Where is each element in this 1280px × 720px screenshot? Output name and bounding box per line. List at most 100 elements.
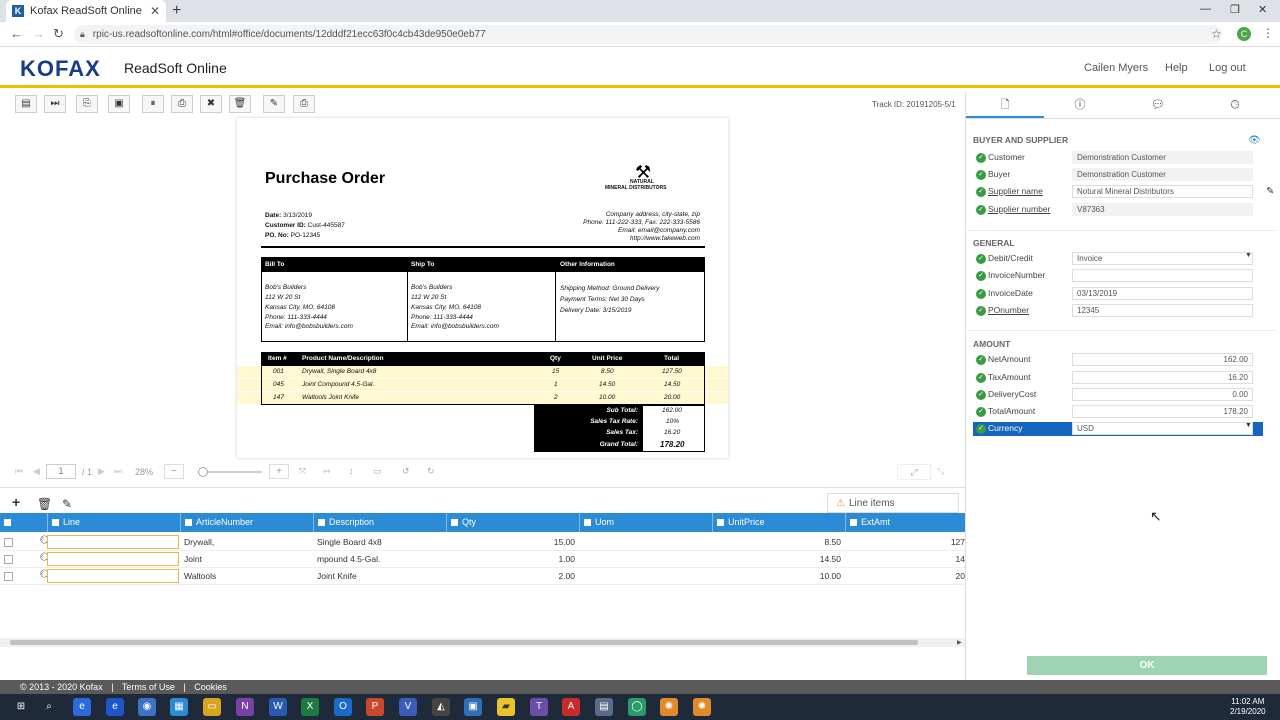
scrollbar-thumb[interactable] <box>10 640 918 645</box>
zoom-in-button[interactable]: + <box>269 464 289 479</box>
cell-uom[interactable] <box>579 534 712 551</box>
line-input[interactable] <box>47 569 179 583</box>
store-icon[interactable]: ▦ <box>170 698 188 716</box>
photos-icon[interactable]: ◭ <box>432 698 450 716</box>
last-page-icon[interactable]: ⏭ <box>114 466 122 477</box>
fit-width-icon[interactable]: ⇿ <box>323 466 331 477</box>
url-field[interactable]: 🔒︎ rpic-us.readsoftonline.com/html#offic… <box>74 25 1222 44</box>
column-header-qty[interactable]: Qty <box>446 513 579 532</box>
cell-unitprice[interactable]: 10.00 <box>712 568 845 585</box>
line-input[interactable] <box>47 552 179 566</box>
collapse-icon[interactable]: ⤡ <box>937 466 944 477</box>
first-page-icon[interactable]: ⏮ <box>15 466 23 477</box>
save-icon[interactable]: ▣ <box>108 95 130 113</box>
terms-link[interactable]: Terms of Use <box>122 682 175 692</box>
cell-article[interactable]: Joint <box>180 551 313 568</box>
column-header-uom[interactable]: Uom <box>579 513 712 532</box>
cell-extamt[interactable]: 20 <box>845 568 965 585</box>
chrome-icon[interactable]: ◉ <box>138 698 156 716</box>
back-icon[interactable]: ← <box>10 26 23 41</box>
field-customer[interactable]: ✓ Customer Demonstration Customer <box>973 151 1263 165</box>
row-checkbox[interactable] <box>4 555 13 564</box>
scroll-right-icon[interactable]: ▶ <box>957 639 962 646</box>
app-icon[interactable]: ◯ <box>628 698 646 716</box>
cell-extamt[interactable]: 127 <box>845 534 965 551</box>
field-buyer[interactable]: ✓ Buyer Demonstration Customer <box>973 168 1263 182</box>
ie-icon[interactable]: e <box>106 698 124 716</box>
logout-link[interactable]: Log out <box>1209 62 1246 74</box>
cell-description[interactable]: Single Board 4x8 <box>313 534 446 551</box>
delete-icon[interactable]: 🗑︎ <box>229 95 251 113</box>
cell-uom[interactable] <box>579 551 712 568</box>
remote-desktop-icon[interactable]: ▣ <box>464 698 482 716</box>
row-checkbox[interactable] <box>4 538 13 547</box>
app-icon[interactable]: ✺ <box>660 698 678 716</box>
field-invoice-number[interactable]: ✓ InvoiceNumber <box>973 269 1263 283</box>
rotate-left-icon[interactable]: ↺ <box>402 466 410 477</box>
prev-page-icon[interactable]: ◀ <box>33 466 40 477</box>
field-invoice-date[interactable]: ✓ InvoiceDate 03/13/2019 <box>973 287 1263 301</box>
word-icon[interactable]: W <box>269 698 287 716</box>
windows-start-icon[interactable]: ⊞ <box>12 698 30 716</box>
inbox-icon[interactable]: ⎙ <box>171 95 193 113</box>
help-link[interactable]: Help <box>1165 62 1188 74</box>
ok-button[interactable]: OK <box>1027 656 1267 675</box>
cell-article[interactable]: Waltools <box>180 568 313 585</box>
taskbar-clock[interactable]: 11:02 AM 2/19/2020 <box>1230 697 1266 717</box>
close-tab-icon[interactable]: ✕ <box>150 4 160 18</box>
forward-icon[interactable]: → <box>32 26 45 41</box>
edit-line-icon[interactable]: ✎ <box>62 497 72 511</box>
excel-icon[interactable]: X <box>301 698 319 716</box>
column-header-extamt[interactable]: ExtAmt <box>845 513 965 532</box>
next-document-icon[interactable]: ⏭ <box>44 95 66 113</box>
cell-qty[interactable]: 1.00 <box>446 551 579 568</box>
sticky-notes-icon[interactable]: ▰ <box>497 698 515 716</box>
onenote-icon[interactable]: N <box>236 698 254 716</box>
line-input[interactable] <box>47 535 179 549</box>
field-supplier-number[interactable]: ✓ Supplier number V87363 <box>973 203 1263 217</box>
tab-comments[interactable]: 💬︎ <box>1119 92 1197 118</box>
field-delivery-cost[interactable]: ✓ DeliveryCost 0.00 <box>973 388 1263 402</box>
profile-avatar[interactable]: C <box>1237 27 1251 41</box>
reload-icon[interactable]: ↻ <box>53 26 64 42</box>
tab-history[interactable]: 🕒︎ <box>1196 92 1274 118</box>
fit-height-icon[interactable]: ↕ <box>349 466 354 476</box>
page-icon[interactable]: ▭ <box>373 466 382 477</box>
browser-menu-icon[interactable]: ⋮ <box>1262 26 1274 40</box>
pause-icon[interactable]: ⏸ <box>142 95 164 113</box>
cell-description[interactable]: Joint Knife <box>313 568 446 585</box>
cell-qty[interactable]: 2.00 <box>446 568 579 585</box>
next-page-icon[interactable]: ▶ <box>98 466 105 477</box>
search-icon[interactable]: ⌕ <box>40 698 58 716</box>
edit-icon[interactable]: ✎ <box>263 95 285 113</box>
reject-icon[interactable]: ✖ <box>200 95 222 113</box>
app-icon[interactable]: ▤ <box>595 698 613 716</box>
toggle-panel-icon[interactable]: ▤ <box>15 95 37 113</box>
line-items-tab[interactable]: ⚠ Line items <box>827 493 959 513</box>
save-all-icon[interactable]: ⎘ <box>76 95 98 113</box>
browser-tab[interactable]: K Kofax ReadSoft Online ✕ <box>6 0 166 22</box>
fit-page-icon[interactable]: ⤧ <box>299 466 306 477</box>
file-explorer-icon[interactable]: ▭ <box>203 698 221 716</box>
rotate-right-icon[interactable]: ↻ <box>427 466 435 477</box>
restore-icon[interactable]: ❐ <box>1230 3 1240 16</box>
bookmark-star-icon[interactable]: ☆ <box>1211 27 1222 41</box>
delete-line-icon[interactable]: 🗑︎ <box>37 497 52 511</box>
field-debit-credit[interactable]: ✓ Debit/Credit Invoice ▼ <box>973 252 1263 266</box>
user-name-link[interactable]: Cailen Myers <box>1084 62 1148 74</box>
edge-icon[interactable]: e <box>73 698 91 716</box>
app-icon[interactable]: ✺ <box>693 698 711 716</box>
teams-icon[interactable]: T <box>530 698 548 716</box>
cell-description[interactable]: mpound 4.5-Gal. <box>313 551 446 568</box>
field-supplier-name[interactable]: ✓ Supplier name Notural Mineral Distributo… <box>973 185 1263 199</box>
zoom-out-button[interactable]: − <box>164 464 184 479</box>
table-row[interactable]: 🔍︎ Drywall, Single Board 4x8 15.00 8.50 … <box>0 534 965 551</box>
column-header-article[interactable]: ArticleNumber <box>180 513 313 532</box>
cell-unitprice[interactable]: 14.50 <box>712 551 845 568</box>
zoom-slider-handle[interactable] <box>198 467 208 477</box>
cookies-link[interactable]: Cookies <box>194 682 227 692</box>
cell-qty[interactable]: 15.00 <box>446 534 579 551</box>
outlook-icon[interactable]: O <box>334 698 352 716</box>
eye-icon[interactable]: 👁︎ <box>1248 135 1261 146</box>
tab-document[interactable]: 🗋︎ <box>966 92 1044 118</box>
